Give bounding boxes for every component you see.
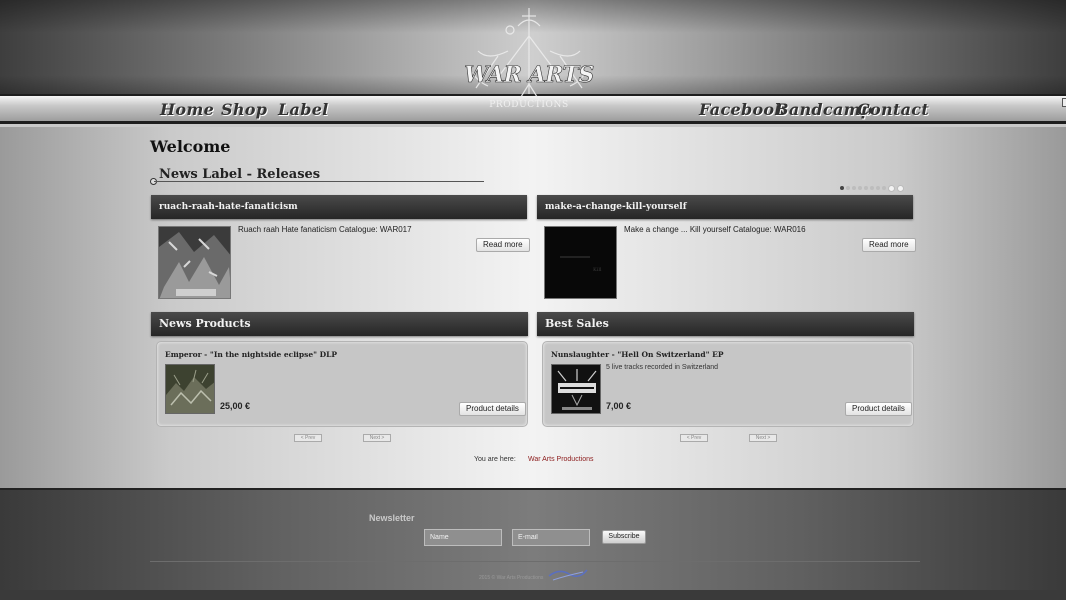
- slider-dot[interactable]: [876, 186, 880, 190]
- product-details-button[interactable]: Product details: [459, 402, 526, 416]
- nav-shop[interactable]: Shop: [221, 100, 267, 119]
- release-cover-image[interactable]: Kill: [544, 226, 617, 299]
- next-button[interactable]: Next >: [363, 434, 391, 442]
- slider-dot[interactable]: [882, 186, 886, 190]
- svg-text:Kill: Kill: [593, 267, 602, 273]
- slider-next-icon[interactable]: [897, 184, 904, 192]
- section-title-underline: [154, 181, 484, 182]
- product-title[interactable]: Nunslaughter - "Hell On Switzerland" EP: [551, 350, 724, 359]
- product-price: 7,00 €: [606, 401, 632, 411]
- product-image[interactable]: [165, 364, 215, 414]
- product-card: Nunslaughter - "Hell On Switzerland" EP …: [542, 341, 914, 427]
- page-title: Welcome: [150, 137, 231, 156]
- slider-dot[interactable]: [840, 186, 844, 190]
- footer-base-strip: [0, 590, 1066, 600]
- release-description: Ruach raah Hate fanaticism Catalogue: WA…: [238, 225, 412, 234]
- war-arts-logo[interactable]: WAR ARTS: [458, 6, 600, 112]
- section-title-releases: News Label - Releases: [159, 167, 321, 182]
- copyright-text: 2015 © War Arts Productions: [479, 575, 544, 581]
- product-image[interactable]: [551, 364, 601, 414]
- prev-button[interactable]: < Prev: [294, 434, 322, 442]
- logo-wordmark: WAR ARTS: [464, 62, 594, 88]
- breadcrumb-home-link[interactable]: War Arts Productions: [528, 456, 594, 463]
- read-more-button[interactable]: Read more: [476, 238, 530, 252]
- release-description: Make a change ... Kill yourself Catalogu…: [624, 225, 806, 234]
- slider-pagination: [840, 184, 904, 192]
- newsletter-name-input[interactable]: [424, 529, 502, 546]
- best-sales-header: Best Sales: [537, 312, 914, 336]
- product-price: 25,00 €: [220, 401, 251, 411]
- newsletter-title: Newsletter: [369, 513, 415, 523]
- product-details-button[interactable]: Product details: [845, 402, 912, 416]
- slider-dot[interactable]: [846, 186, 850, 190]
- designer-logo[interactable]: [547, 566, 589, 584]
- release-title[interactable]: make-a-change-kill-yourself: [537, 195, 913, 219]
- product-description: 5 live tracks recorded in Switzerland: [606, 364, 719, 371]
- newsletter-email-input[interactable]: [512, 529, 590, 546]
- release-title[interactable]: ruach-raah-hate-fanaticism: [151, 195, 527, 219]
- news-products-header: News Products: [151, 312, 528, 336]
- next-button[interactable]: Next >: [749, 434, 777, 442]
- slider-dot[interactable]: [864, 186, 868, 190]
- product-card: Emperor - "In the nightside eclipse" DLP…: [156, 341, 528, 427]
- nav-facebook[interactable]: Facebook: [699, 100, 786, 119]
- slider-dot[interactable]: [858, 186, 862, 190]
- nav-home[interactable]: Home: [160, 100, 214, 119]
- subscribe-button[interactable]: Subscribe: [602, 530, 646, 544]
- release-cover-image[interactable]: [158, 226, 231, 299]
- slider-dot[interactable]: [870, 186, 874, 190]
- nav-contact[interactable]: Contact: [857, 100, 929, 119]
- footer-divider: [150, 561, 920, 562]
- prev-button[interactable]: < Prev: [680, 434, 708, 442]
- breadcrumb-label: You are here:: [474, 456, 516, 463]
- nav-label[interactable]: Label: [278, 100, 329, 119]
- edge-tab-icon[interactable]: [1062, 98, 1066, 107]
- slider-dot[interactable]: [852, 186, 856, 190]
- read-more-button[interactable]: Read more: [862, 238, 916, 252]
- logo-subtitle: PRODUCTIONS: [489, 100, 569, 110]
- slider-prev-icon[interactable]: [888, 184, 895, 192]
- product-title[interactable]: Emperor - "In the nightside eclipse" DLP: [165, 350, 337, 359]
